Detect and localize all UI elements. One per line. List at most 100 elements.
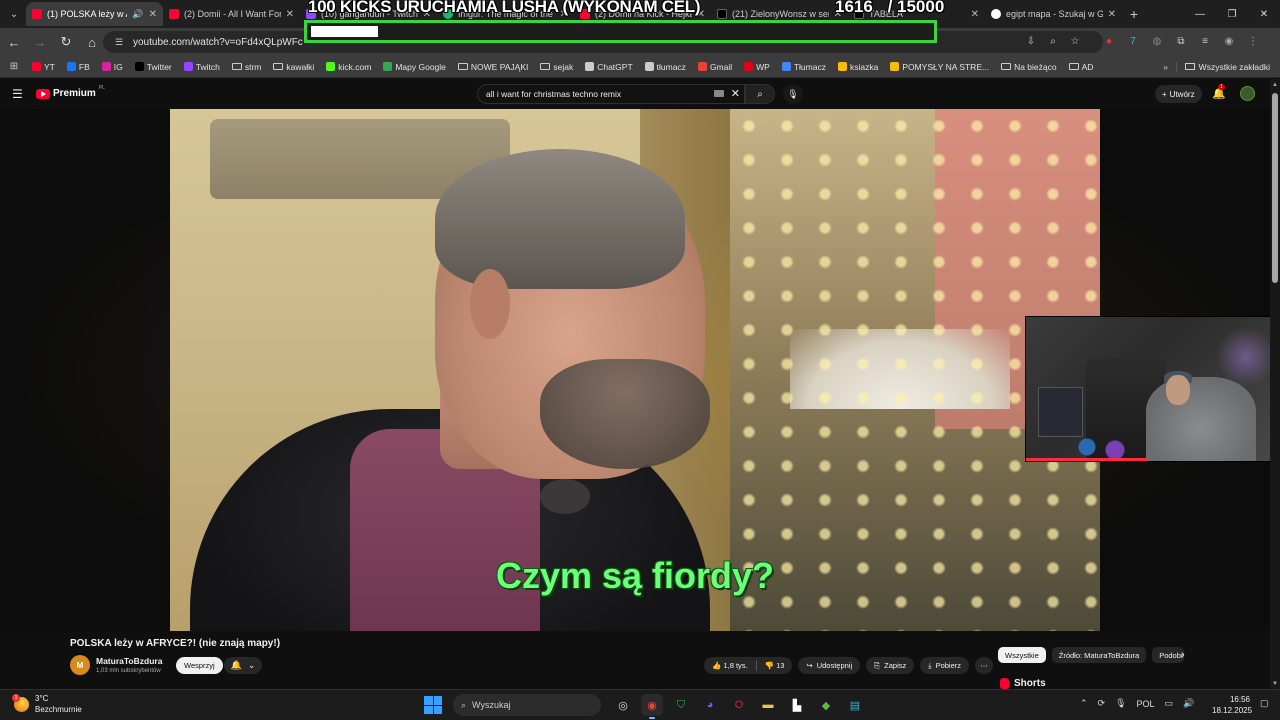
voice-search-button[interactable]: 🎙 bbox=[783, 84, 803, 104]
bookmark-item[interactable]: ChatGPT bbox=[579, 62, 638, 72]
apps-grid-icon[interactable]: ⊞ bbox=[2, 61, 26, 72]
bookmark-item[interactable]: WP bbox=[738, 62, 776, 72]
profile-avatar-icon[interactable]: ◉ bbox=[1220, 30, 1238, 52]
chip-similar[interactable]: Podobne bbox=[1152, 647, 1185, 663]
extensions-puzzle-icon[interactable]: ⧉ bbox=[1172, 30, 1190, 52]
minimize-icon[interactable]: — bbox=[1184, 0, 1216, 28]
reload-icon[interactable]: ↻ bbox=[54, 30, 78, 54]
tab-search-button[interactable]: ⌄ bbox=[2, 3, 26, 25]
browser-menu-icon[interactable]: ⋮ bbox=[1244, 30, 1262, 52]
notifications-button[interactable]: 🔔 1 bbox=[1212, 84, 1226, 100]
close-tab-icon[interactable]: ✕ bbox=[149, 9, 157, 20]
bookmark-item[interactable]: IG bbox=[96, 62, 129, 72]
bookmark-item[interactable]: sejak bbox=[534, 62, 579, 72]
scroll-down-icon[interactable]: ▼ bbox=[1272, 681, 1278, 687]
speaker-icon[interactable]: 🔊 bbox=[132, 9, 143, 20]
extension-icon[interactable]: ◍ bbox=[1148, 30, 1166, 52]
search-input[interactable]: all i want for christmas techno remix ✕ bbox=[477, 84, 745, 104]
support-button[interactable]: Wesprzyj bbox=[176, 657, 223, 674]
sync-icon[interactable]: ⟳ bbox=[1098, 698, 1106, 709]
channel-avatar[interactable]: M bbox=[70, 655, 90, 675]
account-avatar[interactable] bbox=[1240, 86, 1255, 101]
scrollbar-thumb[interactable] bbox=[1272, 93, 1278, 283]
bookmark-item[interactable]: strm bbox=[226, 62, 268, 72]
video-player[interactable]: Czym są fiordy? bbox=[0, 109, 1270, 631]
new-tab-button[interactable]: + bbox=[1122, 6, 1146, 22]
forward-arrow-icon[interactable]: → bbox=[28, 30, 52, 54]
close-window-icon[interactable]: ✕ bbox=[1248, 0, 1280, 28]
guide-menu-icon[interactable]: ☰ bbox=[12, 87, 23, 101]
bookmark-item[interactable]: ksiazka bbox=[832, 62, 884, 72]
bookmark-item[interactable]: NOWE PAJĄKI bbox=[452, 62, 534, 72]
chip-source[interactable]: Źródło: MaturaToBzdura bbox=[1051, 647, 1147, 663]
zoom-icon[interactable]: ⌕ bbox=[1045, 33, 1061, 49]
bookmark-item[interactable]: Mapy Google bbox=[377, 62, 452, 72]
close-tab-icon[interactable]: ✕ bbox=[286, 9, 294, 20]
bookmark-item[interactable]: Twitch bbox=[178, 62, 226, 72]
chip-all[interactable]: Wszystkie bbox=[998, 647, 1046, 663]
chrome-icon[interactable]: ◉ bbox=[641, 694, 663, 719]
more-bookmarks-icon[interactable]: » bbox=[1156, 62, 1176, 72]
scroll-up-icon[interactable]: ▲ bbox=[1272, 82, 1278, 88]
bookmark-item[interactable]: Twitter bbox=[129, 62, 178, 72]
brazil-flag-app-icon[interactable]: ◆ bbox=[815, 694, 837, 716]
channel-name[interactable]: MaturaToBzdura bbox=[96, 656, 162, 666]
subscription-bell-button[interactable]: 🔔 ⌄ bbox=[224, 657, 262, 674]
bookmark-item[interactable]: Tłumacz bbox=[776, 62, 832, 72]
clock[interactable]: 16:56 18.12.2025 bbox=[1212, 694, 1252, 716]
like-button[interactable]: 👍 1,8 tys. bbox=[712, 661, 748, 670]
bookmark-item[interactable]: Gmail bbox=[692, 62, 738, 72]
bookmark-star-icon[interactable]: ☆ bbox=[1067, 33, 1083, 49]
obs-icon[interactable]: ◎ bbox=[612, 694, 634, 716]
keyboard-icon[interactable] bbox=[714, 90, 724, 97]
search-button[interactable]: ⌕ bbox=[745, 84, 775, 104]
network-icon[interactable]: ▭ bbox=[1165, 698, 1174, 709]
bookmark-item[interactable]: AD bbox=[1063, 62, 1100, 72]
save-button[interactable]: ⎘ Zapisz bbox=[866, 657, 915, 674]
media-control-icon[interactable]: ≡ bbox=[1196, 30, 1214, 52]
notification-center-icon[interactable]: ▢ bbox=[1260, 698, 1269, 709]
security-shield-icon[interactable]: ⛉ bbox=[670, 694, 692, 716]
taskbar-search[interactable]: ⌕ Wyszukaj bbox=[453, 694, 601, 716]
install-app-icon[interactable]: ⇩ bbox=[1023, 33, 1039, 49]
tab-youtube-domii[interactable]: (2) Domii - All I Want For Christmas ✕ bbox=[163, 2, 300, 26]
download-button[interactable]: ⤓ Pobierz bbox=[920, 657, 970, 674]
more-actions-button[interactable]: ⋯ bbox=[975, 657, 994, 674]
page-scrollbar[interactable]: ▲ ▼ bbox=[1270, 79, 1280, 689]
bookmark-item[interactable]: kick.com bbox=[320, 62, 377, 72]
all-bookmarks-button[interactable]: Wszystkie zakładki bbox=[1175, 61, 1280, 72]
bookmark-item[interactable]: Na bieżąco bbox=[995, 62, 1063, 72]
close-tab-icon[interactable]: ✕ bbox=[1108, 9, 1116, 20]
dislike-button[interactable]: 👎 13 bbox=[765, 661, 785, 670]
chevron-up-icon[interactable]: ⌃ bbox=[1080, 698, 1088, 709]
share-button[interactable]: ↪ Udostępnij bbox=[798, 657, 861, 674]
discord-icon[interactable]: ◕ bbox=[699, 694, 721, 716]
chevron-right-icon[interactable]: › bbox=[1181, 649, 1185, 661]
file-explorer-icon[interactable]: ▬ bbox=[757, 694, 779, 716]
record-extension-icon[interactable]: ● bbox=[1100, 30, 1118, 52]
microphone-icon[interactable]: 🎙 bbox=[1115, 698, 1126, 709]
seven-tv-extension-icon[interactable]: 7 bbox=[1124, 30, 1142, 52]
bookmark-item[interactable]: FB bbox=[61, 62, 96, 72]
clear-search-icon[interactable]: ✕ bbox=[731, 87, 740, 100]
home-icon[interactable]: ⌂ bbox=[80, 30, 104, 54]
bookmark-item[interactable]: YT bbox=[26, 62, 61, 72]
video-frame[interactable]: Czym są fiordy? bbox=[170, 109, 1100, 631]
bookmark-item[interactable]: kawałki bbox=[267, 62, 320, 72]
back-arrow-icon[interactable]: ← bbox=[2, 30, 26, 54]
language-indicator[interactable]: POL bbox=[1137, 699, 1155, 709]
tab-youtube-polska[interactable]: (1) POLSKA leży w AFRYCE?! (nie znają ma… bbox=[26, 2, 163, 26]
create-button[interactable]: + Utwórz bbox=[1155, 85, 1202, 103]
capcut-icon[interactable]: ▙ bbox=[786, 694, 808, 716]
close-tab-icon[interactable]: ✕ bbox=[971, 9, 979, 20]
bookmark-item[interactable]: POMYSŁY NA STRE... bbox=[884, 62, 995, 72]
youtube-logo[interactable]: Premium PL bbox=[36, 85, 105, 99]
site-info-icon[interactable]: ☰ bbox=[109, 37, 129, 48]
notepad-icon[interactable]: ▤ bbox=[844, 694, 866, 716]
volume-icon[interactable]: 🔊 bbox=[1183, 698, 1194, 709]
bookmark-item[interactable]: tłumacz bbox=[639, 62, 692, 72]
weather-widget[interactable]: 1 3°C Bezchmurnie bbox=[12, 693, 82, 715]
restore-icon[interactable]: ❐ bbox=[1216, 0, 1248, 28]
tab-google-egipt[interactable]: egipt mapa - Szukaj w Google ✕ bbox=[985, 2, 1122, 26]
windows-start-icon[interactable] bbox=[424, 696, 442, 714]
